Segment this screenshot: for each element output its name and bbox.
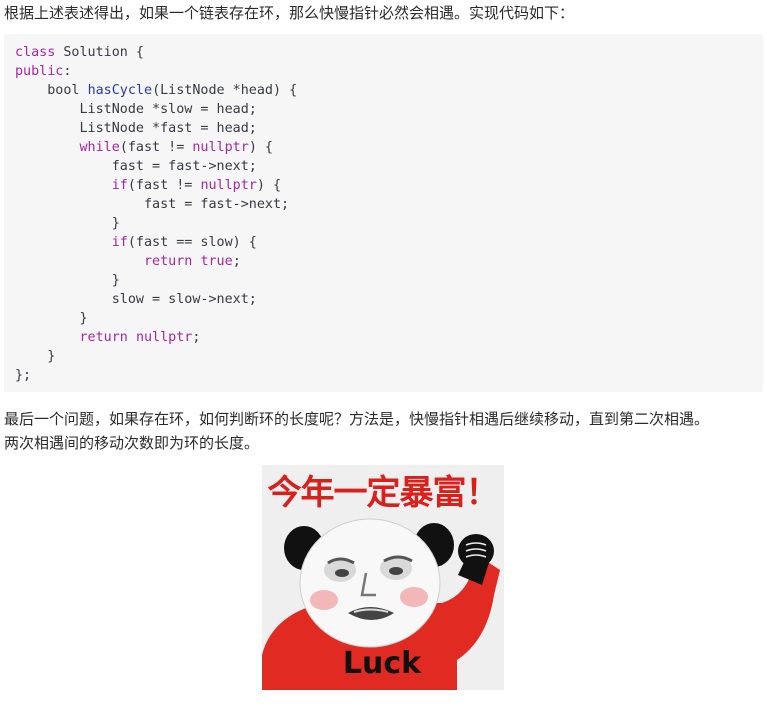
code-token: :: [63, 64, 72, 79]
code-token: ListNode *fast = head;: [15, 121, 257, 136]
code-line: slow = slow->next;: [15, 292, 257, 307]
code-line: return true;: [15, 254, 241, 269]
code-line: return nullptr;: [15, 330, 201, 345]
code-line: bool hasCycle(ListNode *head) {: [15, 83, 297, 98]
code-token: bool: [47, 83, 80, 98]
code-token: ListNode *slow = head;: [15, 102, 257, 117]
meme-caption: 今年一定暴富！: [267, 473, 500, 513]
code-token: fast = fast->next;: [15, 197, 290, 212]
code-token: ;: [232, 254, 241, 269]
code-line: if(fast != nullptr) {: [15, 178, 281, 193]
code-token: }: [15, 273, 120, 288]
intro-paragraph: 根据上述表述得出，如果一个链表存在环，那么快慢指针必然会相遇。实现代码如下：: [4, 4, 575, 22]
code-keyword: if: [111, 235, 128, 250]
meme-image: 今年一定暴富！ Luck: [262, 465, 504, 690]
code-block: class Solution { public: bool hasCycle(L…: [4, 34, 763, 392]
code-line: }: [15, 349, 55, 364]
code-token: (ListNode *head) {: [152, 83, 298, 98]
code-keyword: true: [200, 254, 233, 269]
code-keyword: class: [15, 45, 56, 60]
code-token: }: [15, 311, 88, 326]
code-keyword: if: [111, 178, 128, 193]
code-token: ) {: [248, 140, 273, 155]
code-token: fast = fast->next;: [15, 159, 257, 174]
code-line: }: [15, 311, 88, 326]
code-keyword: public: [15, 64, 64, 79]
question-paragraph-line1: 最后一个问题，如果存在环，如何判断环的长度呢？方法是，快慢指针相遇后继续移动，直…: [4, 410, 710, 428]
code-line: class Solution {: [15, 45, 144, 60]
code-token: (fast !=: [127, 178, 201, 193]
code-token: }: [15, 349, 56, 364]
code-token: }: [15, 216, 120, 231]
code-line: ListNode *slow = head;: [15, 102, 257, 117]
code-keyword: return: [79, 330, 128, 345]
shirt-text: Luck: [342, 646, 422, 681]
code-token: Solution {: [55, 45, 144, 60]
code-keyword: return: [144, 254, 193, 269]
code-line: public:: [15, 64, 71, 79]
code-line: fast = fast->next;: [15, 197, 289, 212]
code-line: };: [15, 368, 31, 383]
code-listing: class Solution { public: bool hasCycle(L…: [4, 34, 763, 394]
code-keyword: while: [79, 140, 120, 155]
code-line: while(fast != nullptr) {: [15, 140, 274, 155]
code-line: }: [15, 273, 120, 288]
code-line: ListNode *fast = head;: [15, 121, 257, 136]
code-token: };: [15, 368, 32, 383]
code-line: fast = fast->next;: [15, 159, 257, 174]
code-keyword: nullptr: [135, 330, 193, 345]
code-token: slow = slow->next;: [15, 292, 257, 307]
code-line: }: [15, 216, 120, 231]
question-paragraph-line2: 两次相遇间的移动次数即为环的长度。: [4, 434, 260, 452]
code-token: (fast !=: [119, 140, 193, 155]
code-function-name: hasCycle: [87, 83, 153, 98]
code-keyword: nullptr: [192, 140, 249, 155]
code-token: ) {: [256, 178, 282, 193]
code-token: ;: [192, 330, 201, 345]
code-token: (fast == slow) {: [127, 235, 257, 250]
code-line: if(fast == slow) {: [15, 235, 257, 250]
code-keyword: nullptr: [200, 178, 257, 193]
